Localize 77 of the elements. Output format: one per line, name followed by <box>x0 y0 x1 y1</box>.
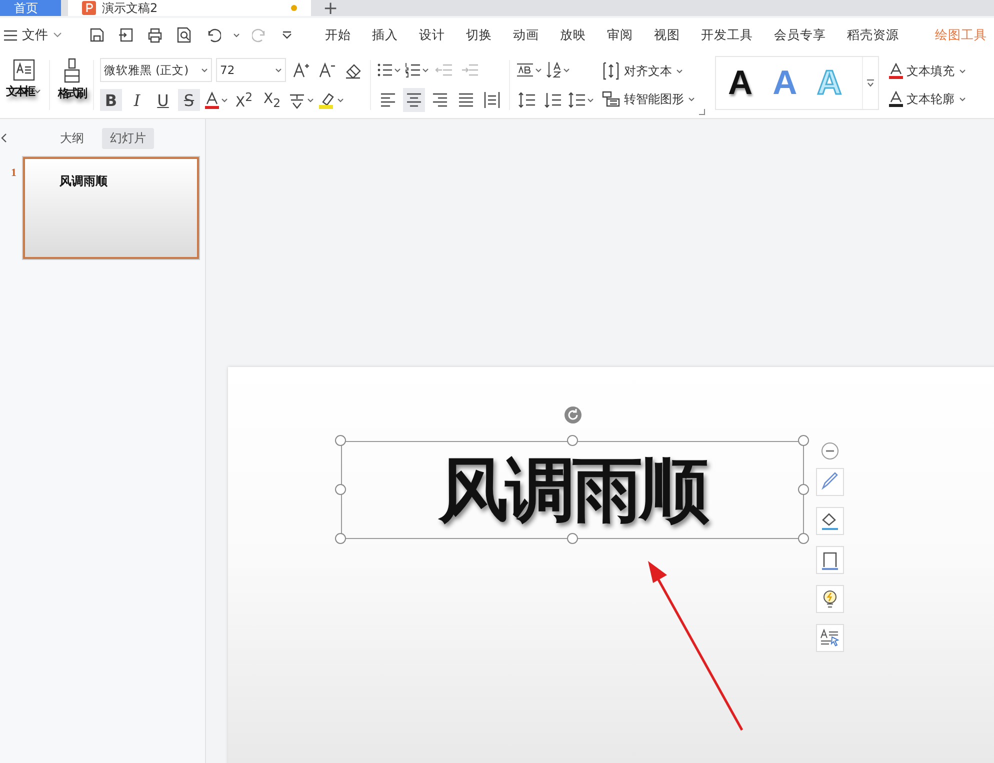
resize-handle[interactable] <box>798 533 809 544</box>
slide-thumbnail[interactable]: 风调雨顺 <box>22 157 198 259</box>
text-fill-icon <box>888 63 903 79</box>
align-center-icon[interactable] <box>403 88 425 112</box>
resize-handle[interactable] <box>335 533 346 544</box>
ribbon-tab[interactable]: 动画 <box>508 26 544 44</box>
smart-graphic-icon <box>602 90 620 108</box>
format-painter-button[interactable]: 格式刷 <box>56 56 87 102</box>
ribbon-tab[interactable]: 放映 <box>555 26 591 44</box>
ribbon-tab[interactable]: 设计 <box>414 26 450 44</box>
spacing-options-icon[interactable] <box>568 91 586 109</box>
rotate-handle-icon[interactable] <box>564 406 582 424</box>
presentation-icon <box>82 1 96 15</box>
superscript-button[interactable]: X$^{2}$ <box>232 89 256 111</box>
print-preview-icon[interactable] <box>176 27 192 43</box>
resize-handle[interactable] <box>566 435 578 446</box>
font-name-field[interactable]: 微软雅黑 (正文) <box>100 58 212 82</box>
sort-icon[interactable] <box>546 61 562 79</box>
resize-handle[interactable] <box>566 533 578 544</box>
text-fill-button[interactable]: 文本填充 <box>888 60 966 82</box>
collapse-minus-icon[interactable] <box>821 442 839 460</box>
dialog-launcher-icon[interactable] <box>699 109 705 115</box>
resize-handle[interactable] <box>798 484 809 495</box>
bold-button[interactable]: B <box>100 89 122 111</box>
font-size-field[interactable]: 72 <box>216 58 286 82</box>
ribbon-tab[interactable]: 视图 <box>649 26 685 44</box>
ribbon-tab[interactable]: 会员专享 <box>769 26 831 44</box>
collapse-icon[interactable] <box>0 133 8 143</box>
outline-icon[interactable] <box>816 546 844 574</box>
printer-icon[interactable] <box>147 27 163 43</box>
highlighter-icon[interactable] <box>318 91 336 109</box>
document-tab[interactable]: 演示文稿2 <box>68 0 311 16</box>
document-tab[interactable]: 首页 <box>0 0 61 16</box>
ribbon-tab[interactable]: 插入 <box>367 26 403 44</box>
caret-icon[interactable] <box>34 89 41 94</box>
thumbnail-title: 风调雨顺 <box>60 173 108 190</box>
export-icon[interactable] <box>118 27 134 43</box>
slide-title: 风调雨顺 <box>438 455 706 525</box>
text-box[interactable]: 风调雨顺 <box>341 441 804 539</box>
underline-button[interactable]: U <box>152 89 174 111</box>
ribbon-tab[interactable]: 开始 <box>320 26 356 44</box>
numbered-list-icon[interactable] <box>405 62 421 78</box>
menu-icon <box>4 30 17 40</box>
resize-handle[interactable] <box>798 435 809 446</box>
align-text-button[interactable]: 对齐文本 <box>602 60 695 82</box>
text-box-button[interactable]: 文本框 <box>4 56 43 100</box>
text-box-icon <box>12 58 36 82</box>
ribbon-tab[interactable]: 切换 <box>461 26 497 44</box>
vertical-align-icon <box>602 62 620 80</box>
pen-icon[interactable] <box>816 468 844 496</box>
panel-tab[interactable]: 幻灯片 <box>102 128 154 148</box>
subscript-button[interactable]: X$_{2}$ <box>260 89 284 111</box>
text-outline-button[interactable]: 文本轮廓 <box>888 88 966 110</box>
file-menu[interactable]: 文件 <box>4 26 62 44</box>
light-bulb-icon[interactable] <box>816 585 844 613</box>
fill-icon[interactable] <box>816 507 844 535</box>
italic-button[interactable]: I <box>126 89 148 111</box>
font-color-icon[interactable] <box>204 91 220 109</box>
ribbon-tab[interactable]: 稻壳资源 <box>842 26 904 44</box>
text-style-sample[interactable]: A <box>728 63 753 103</box>
bullet-list-icon[interactable] <box>377 62 393 78</box>
save-icon[interactable] <box>89 27 105 43</box>
panel-tab[interactable]: 大纲 <box>52 128 92 148</box>
expand-icon <box>866 79 874 87</box>
chevron-down-icon <box>53 32 62 38</box>
text-outline-icon <box>888 91 903 107</box>
ribbon-tab[interactable]: 开发工具 <box>696 26 758 44</box>
smart-art-button[interactable]: 转智能图形 <box>602 88 695 110</box>
slide-number: 1 <box>11 167 16 181</box>
resize-handle[interactable] <box>335 484 346 495</box>
customize-icon[interactable] <box>281 29 293 41</box>
resize-handle[interactable] <box>335 435 346 446</box>
text-select-icon[interactable] <box>816 624 844 652</box>
new-tab-button[interactable]: + <box>311 2 350 16</box>
strikethrough-button[interactable]: S <box>178 89 200 111</box>
ribbon-tab[interactable]: 审阅 <box>602 26 638 44</box>
text-direction-icon[interactable] <box>516 62 534 78</box>
